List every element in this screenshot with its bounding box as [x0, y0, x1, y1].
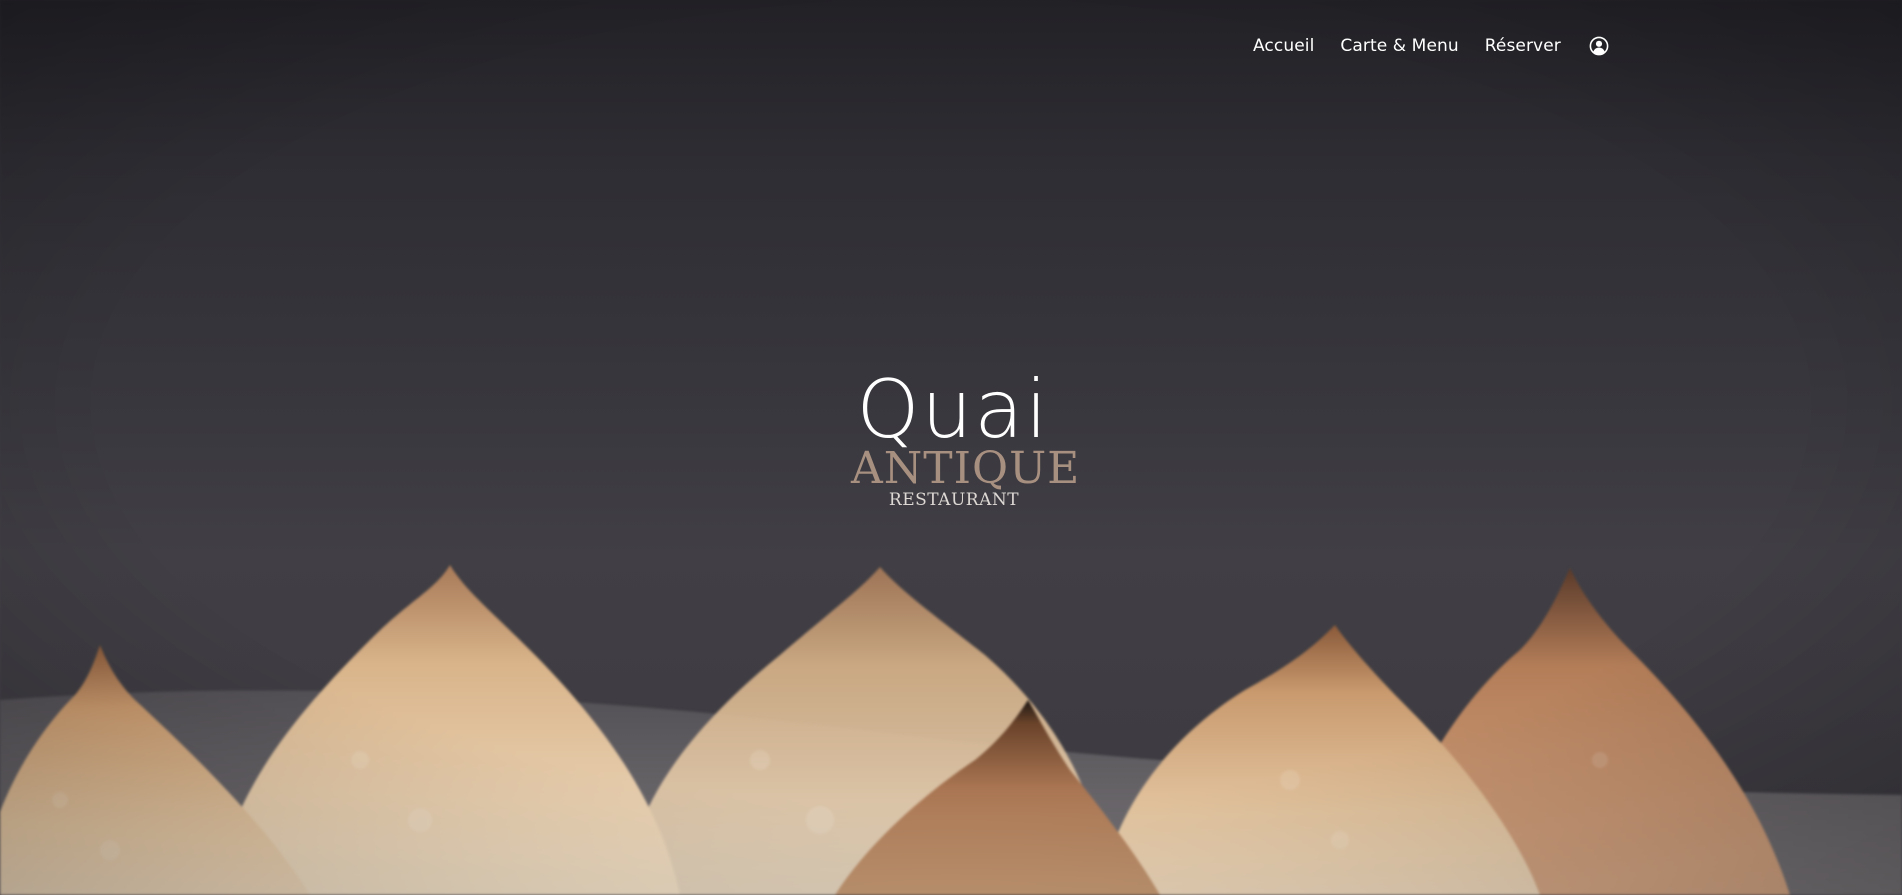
logo-subtitle: ANTIQUE [851, 443, 1081, 494]
restaurant-logo: Quai ANTIQUE RESTAURANT [851, 363, 1081, 511]
main-navigation: Accueil Carte & Menu Réserver [1240, 28, 1611, 64]
nav-link-carte-menu[interactable]: Carte & Menu [1340, 36, 1458, 56]
user-circle-icon[interactable] [1587, 34, 1611, 58]
logo-title: Quai [856, 363, 1050, 456]
nav-link-reserver[interactable]: Réserver [1485, 36, 1561, 56]
nav-link-accueil[interactable]: Accueil [1253, 36, 1314, 56]
